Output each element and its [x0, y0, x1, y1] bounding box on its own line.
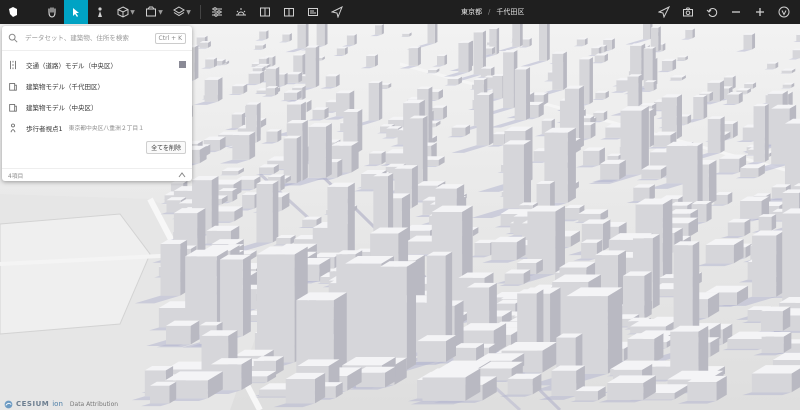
box-icon[interactable]: ▼: [112, 0, 140, 24]
layer-label: 交通（道路）モデル（中央区）: [26, 61, 117, 70]
road-icon: [10, 60, 16, 69]
building-icon: [9, 82, 17, 91]
layer-item-road-chuo[interactable]: 交通（道路）モデル（中央区）: [2, 54, 192, 75]
chevron-down-icon: ▼: [186, 8, 191, 16]
cesium-logo-icon: [4, 400, 13, 408]
chevron-down-icon: ▼: [130, 8, 135, 16]
layer-item-building-chiyoda[interactable]: 建築物モデル（千代田区）: [2, 75, 192, 96]
shortcut-hint: Ctrl + K: [154, 32, 186, 44]
layer-color-swatch[interactable]: [179, 61, 186, 68]
breadcrumb: 東京都 / 千代田区: [461, 0, 524, 24]
search-icon: [8, 33, 18, 43]
layer-label: 建築物モデル（中央区）: [26, 103, 98, 112]
chevron-up-icon[interactable]: [178, 172, 186, 178]
sliders-icon[interactable]: [205, 0, 229, 24]
breadcrumb-prefecture[interactable]: 東京都: [461, 7, 482, 17]
cesium-brand: CESIUM: [16, 400, 50, 408]
navigate-icon[interactable]: [652, 0, 676, 24]
compass-icon[interactable]: [772, 0, 796, 24]
layer-item-pedestrian[interactable]: 歩行者視点1 東京都中央区八重洲２丁目１: [2, 117, 192, 138]
book-icon[interactable]: [277, 0, 301, 24]
package-icon[interactable]: ▼: [140, 0, 168, 24]
pedestrian-icon[interactable]: [88, 0, 112, 24]
chevron-down-icon: ▼: [158, 8, 163, 16]
toolbar-divider: [200, 5, 201, 19]
clear-row: 全てを削除: [2, 138, 192, 154]
undo-icon[interactable]: [700, 0, 724, 24]
camera-icon[interactable]: [676, 0, 700, 24]
layer-item-building-chuo[interactable]: 建築物モデル（中央区）: [2, 96, 192, 117]
logo-icon[interactable]: [0, 0, 26, 24]
layer-label: 建築物モデル（千代田区）: [26, 82, 104, 91]
search-input[interactable]: [23, 33, 155, 43]
send-icon[interactable]: [325, 0, 349, 24]
layer-label: 歩行者視点1: [26, 124, 63, 133]
pedestrian-icon: [10, 123, 16, 132]
layer-address: 東京都中央区八重洲２丁目１: [68, 126, 145, 132]
data-attribution-link[interactable]: Data Attribution: [70, 401, 118, 408]
hand-icon[interactable]: [40, 0, 64, 24]
zoom-in-icon[interactable]: [748, 0, 772, 24]
cesium-ion: ion: [52, 400, 63, 408]
credits: CESIUM ion Data Attribution: [4, 398, 118, 410]
layer-panel: Ctrl + K 交通（道路）モデル（中央区） 建築物モデル（千代田区） 建築物…: [2, 26, 192, 181]
breadcrumb-ward[interactable]: 千代田区: [496, 7, 524, 17]
search-bar: Ctrl + K: [2, 26, 192, 51]
item-count: 4項目: [8, 173, 24, 180]
card-icon[interactable]: [301, 0, 325, 24]
zoom-out-icon[interactable]: [724, 0, 748, 24]
columns-icon[interactable]: [253, 0, 277, 24]
clear-all-button[interactable]: 全てを削除: [146, 141, 186, 154]
sun-horizon-icon[interactable]: [229, 0, 253, 24]
select-arrow-icon[interactable]: [64, 0, 88, 24]
layers-icon[interactable]: ▼: [168, 0, 196, 24]
right-toolbar: [652, 0, 796, 24]
breadcrumb-separator: /: [488, 8, 491, 16]
building-icon: [9, 103, 17, 112]
panel-footer[interactable]: 4項目: [2, 168, 192, 181]
